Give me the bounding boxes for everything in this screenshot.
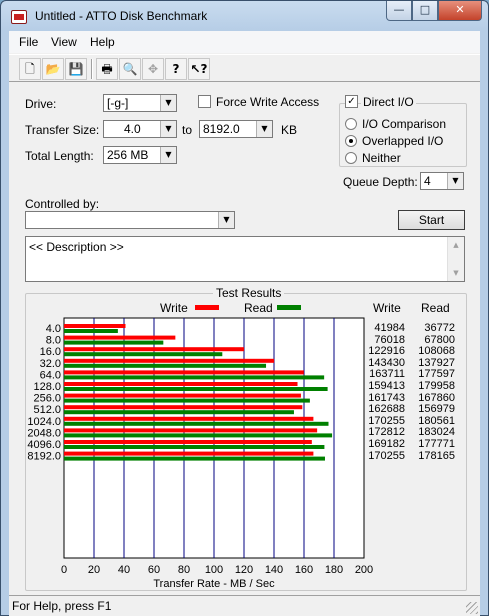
read-bar [64, 421, 329, 426]
write-bar [64, 358, 275, 363]
minimize-button[interactable]: — [386, 1, 412, 21]
toolbar: 🗋 📂 💾 🖶 🔍 ✥ ? ↖? [9, 54, 480, 82]
write-value: 76018 [374, 333, 405, 346]
menu-help[interactable]: Help [90, 35, 115, 49]
maximize-button[interactable]: □ [412, 1, 438, 21]
title-bar[interactable]: Untitled - ATTO Disk Benchmark — □ ✕ [1, 1, 488, 31]
read-bar [64, 375, 325, 380]
y-tick-label: 128.0 [33, 381, 61, 393]
write-value: 163711 [369, 368, 405, 381]
y-tick-label: 16.0 [40, 346, 61, 358]
write-bar [64, 440, 312, 444]
y-tick-label: 1024.0 [27, 416, 61, 428]
save-icon[interactable]: 💾 [65, 58, 87, 80]
write-value: 162688 [368, 403, 405, 416]
read-bar [64, 387, 328, 391]
read-bar [64, 363, 267, 368]
write-value: 170255 [368, 449, 405, 462]
write-value: 159413 [368, 380, 405, 392]
read-bar [64, 352, 223, 357]
y-tick-label: 32.0 [40, 358, 61, 370]
menu-file[interactable]: File [19, 35, 38, 49]
status-bar: For Help, press F1 [9, 595, 480, 616]
y-tick-label: 8.0 [46, 335, 61, 347]
read-value: 179958 [418, 380, 455, 392]
read-value: 178165 [418, 449, 455, 462]
window-title: Untitled - ATTO Disk Benchmark [35, 9, 208, 23]
read-bar [64, 340, 164, 345]
read-value: 177771 [418, 438, 455, 450]
read-value: 137927 [418, 356, 455, 369]
open-icon[interactable]: 📂 [42, 58, 64, 80]
read-bar [64, 329, 118, 333]
x-axis-title: Transfer Rate - MB / Sec [153, 578, 275, 590]
read-bar [64, 410, 294, 415]
y-tick-label: 64.0 [40, 369, 61, 381]
y-tick-label: 4.0 [46, 323, 61, 335]
y-tick-label: 4096.0 [27, 439, 61, 451]
context-help-icon[interactable]: ↖? [188, 58, 210, 80]
status-text: For Help, press F1 [12, 599, 112, 613]
read-value: 108068 [418, 345, 455, 358]
write-value: 143430 [368, 356, 405, 369]
write-value: 172812 [368, 426, 405, 439]
resize-grip-icon[interactable] [466, 602, 478, 614]
x-tick-label: 20 [88, 564, 100, 576]
read-value: 180561 [418, 414, 455, 427]
x-tick-label: 80 [178, 564, 190, 576]
x-tick-label: 160 [295, 564, 313, 576]
write-value: 161743 [368, 391, 405, 404]
read-value: 36772 [424, 322, 455, 334]
write-bar [64, 324, 126, 328]
x-tick-label: 140 [265, 564, 283, 576]
x-tick-label: 60 [148, 564, 160, 576]
menu-view[interactable]: View [51, 35, 77, 49]
read-bar [64, 433, 333, 438]
write-bar [64, 347, 245, 352]
help-icon[interactable]: ? [165, 58, 187, 80]
write-bar [64, 405, 303, 410]
write-bar [64, 416, 314, 421]
write-value: 170255 [368, 414, 405, 427]
transfer-rate-chart: 0 20 40 60 80 100 120 140 160 180 200 Transfer Rate… [27, 317, 373, 590]
write-value: 41984 [374, 322, 405, 334]
write-value: 122916 [368, 345, 405, 358]
x-tick-label: 0 [61, 564, 67, 576]
y-tick-label: 256.0 [33, 393, 61, 405]
x-tick-label: 40 [118, 564, 130, 576]
read-value: 177597 [418, 368, 455, 381]
app-icon[interactable] [11, 10, 27, 24]
write-bar [64, 370, 304, 375]
x-tick-label: 200 [355, 564, 373, 576]
print-preview-icon[interactable]: 🔍 [119, 58, 141, 80]
close-button[interactable]: ✕ [438, 1, 482, 21]
write-bar [64, 428, 318, 433]
read-value: 67800 [424, 333, 455, 346]
app-window: Untitled - ATTO Disk Benchmark — □ ✕ Fil… [0, 0, 489, 616]
read-bar [64, 398, 310, 403]
y-tick-label: 8192.0 [27, 451, 61, 463]
y-tick-label: 512.0 [33, 404, 61, 416]
read-bar [64, 456, 325, 461]
x-tick-label: 120 [235, 564, 253, 576]
read-value: 167860 [418, 391, 455, 404]
y-tick-label: 2048.0 [27, 427, 61, 439]
x-tick-label: 180 [325, 564, 343, 576]
read-value: 156979 [418, 403, 455, 416]
write-value: 169182 [368, 438, 405, 450]
read-value: 183024 [418, 426, 455, 439]
benchmark-form: Drive: [-g-] ▼ Force Write Access ✓ Dire… [9, 83, 480, 595]
menu-bar: File View Help [9, 31, 480, 53]
write-bar [64, 451, 314, 456]
move-icon[interactable]: ✥ [142, 58, 164, 80]
write-bar [64, 382, 298, 386]
read-bar [64, 445, 325, 449]
new-icon[interactable]: 🗋 [19, 58, 41, 80]
toolbar-separator [91, 59, 93, 79]
x-tick-label: 100 [205, 564, 223, 576]
write-bar [64, 335, 176, 340]
write-bar [64, 393, 301, 398]
print-icon[interactable]: 🖶 [96, 58, 118, 80]
